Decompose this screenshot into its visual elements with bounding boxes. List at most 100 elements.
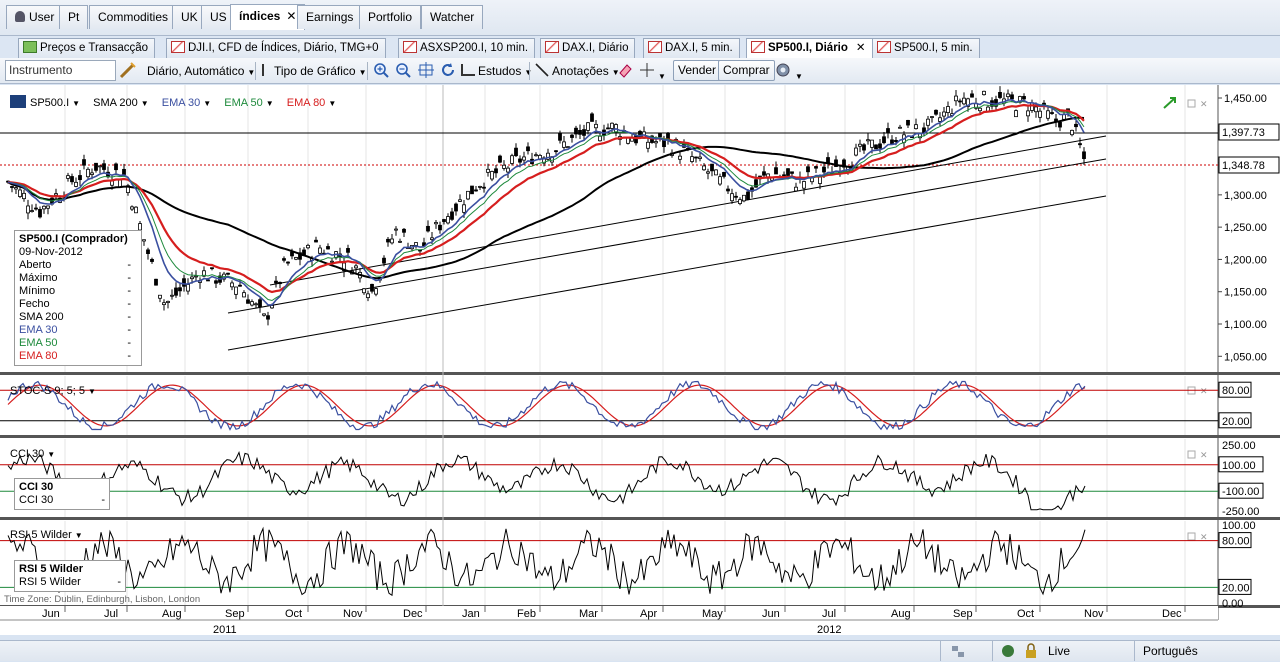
candle-body xyxy=(574,127,578,135)
chart-icon xyxy=(751,41,765,53)
candle-body xyxy=(962,97,966,105)
month-tick-label: Aug xyxy=(891,608,911,620)
candle-body xyxy=(154,278,158,286)
cci-label[interactable]: CCI 30 ▼ xyxy=(10,448,55,460)
zoom-in-icon[interactable] xyxy=(373,61,389,81)
tab-commodities[interactable]: Commodities xyxy=(89,5,178,29)
chevron-down-icon[interactable]: ▼ xyxy=(203,99,211,108)
price-chart[interactable]: Jun Jul Aug Sep Oct Nov Dec Jan Feb Mar Apr May Jun J… xyxy=(0,85,1280,636)
stoch-d-line xyxy=(7,384,1086,427)
doc-tab-sp500-daily[interactable]: SP500.I, Diário ✕ xyxy=(746,38,873,58)
chart-canvas[interactable]: Jun Jul Aug Sep Oct Nov Dec Jan Feb Mar Apr May Jun J… xyxy=(0,85,1280,636)
expand-arrow-icon[interactable] xyxy=(1162,96,1178,113)
chevron-down-icon[interactable]: ▼ xyxy=(47,450,55,459)
candle-body xyxy=(166,300,170,303)
candle-body xyxy=(1074,123,1078,128)
candle-body xyxy=(730,193,734,202)
chart-legend: SP500.I ▼ SMA 200 ▼ EMA 30 ▼ EMA 50 ▼ EMA 80… xyxy=(10,95,336,109)
tab-portfolio[interactable]: Portfolio xyxy=(359,5,422,29)
candle-body xyxy=(226,272,230,275)
auto-scale-icon[interactable] xyxy=(417,61,435,81)
connection-icon[interactable] xyxy=(1000,643,1016,662)
legend-ema30[interactable]: EMA 30 xyxy=(162,97,201,109)
doc-tab-asx[interactable]: ASXSP200.I, 10 min. xyxy=(398,38,536,58)
candle-body xyxy=(182,278,186,287)
candle-body xyxy=(74,181,78,187)
month-tick-label: Mar xyxy=(579,608,598,620)
candle-body xyxy=(94,162,98,171)
candle-body xyxy=(706,171,710,174)
network-icon[interactable] xyxy=(950,643,966,662)
buy-button[interactable]: Comprar xyxy=(718,60,775,81)
tab-watcher[interactable]: Watcher xyxy=(421,5,484,29)
chevron-down-icon[interactable]: ▼ xyxy=(328,99,336,108)
chevron-down-icon: ▼ xyxy=(795,72,803,81)
chevron-down-icon[interactable]: ▼ xyxy=(75,531,83,540)
settings-dropdown[interactable]: ▼ xyxy=(774,61,803,81)
candle-body xyxy=(430,237,434,240)
chevron-down-icon[interactable]: ▼ xyxy=(88,387,96,396)
tab-earnings[interactable]: Earnings xyxy=(297,5,363,29)
candle-body xyxy=(402,228,406,233)
doc-tab-dji[interactable]: DJI.I, CFD de Índices, Diário, TMG+0 xyxy=(166,38,386,58)
cci-tick-label: 250.00 xyxy=(1222,440,1256,452)
month-tick-label: Jun xyxy=(42,608,60,620)
close-icon[interactable]: ✕ xyxy=(856,42,866,54)
studies-dropdown[interactable]: Estudos▼ xyxy=(461,61,532,81)
chevron-down-icon[interactable]: ▼ xyxy=(141,99,149,108)
candle-body xyxy=(346,248,350,253)
instrument-search-icon[interactable] xyxy=(119,61,137,81)
tab-indices[interactable]: índices ✕ xyxy=(230,4,306,30)
candle-body xyxy=(1058,121,1062,128)
panel-separator xyxy=(0,517,1280,520)
candle-body xyxy=(454,203,458,212)
candle-body xyxy=(898,126,902,129)
candle-body xyxy=(70,176,74,183)
close-icon[interactable]: ✕ xyxy=(286,9,296,23)
rsi-label[interactable]: RSI 5 Wilder ▼ xyxy=(10,529,83,541)
candle-body xyxy=(1006,93,1010,98)
chart-icon xyxy=(171,41,185,53)
candle-body xyxy=(434,222,438,225)
price-tick-label: 1,100.00 xyxy=(1224,319,1267,331)
instrument-input[interactable]: Instrumento xyxy=(5,60,116,81)
doc-tab-dax-daily[interactable]: DAX.I, Diário xyxy=(540,38,636,58)
doc-tab-dax-5min[interactable]: DAX.I, 5 min. xyxy=(643,38,740,58)
language-selector[interactable]: Português xyxy=(1143,644,1198,658)
candle-body xyxy=(234,286,238,295)
candle-body xyxy=(78,175,82,181)
legend-sma200[interactable]: SMA 200 xyxy=(93,97,138,109)
doc-tab-sp500-5min[interactable]: SP500.I, 5 min. xyxy=(872,38,980,58)
candle-body xyxy=(374,288,378,295)
candle-body xyxy=(254,303,258,306)
period-dropdown[interactable]: Diário, Automático ▼ xyxy=(147,61,255,81)
sell-button[interactable]: Vender xyxy=(673,60,722,81)
candle-body xyxy=(854,147,858,156)
year-label-2012: 2012 xyxy=(817,624,841,635)
chart-type-dropdown[interactable]: Tipo de Gráfico ▼ xyxy=(262,61,367,81)
candle-body xyxy=(662,139,666,148)
zoom-out-icon[interactable] xyxy=(395,61,411,81)
doc-tab-prices[interactable]: Preços e Transacção xyxy=(18,38,156,58)
refresh-icon[interactable] xyxy=(439,61,457,81)
candle-body xyxy=(330,260,334,263)
legend-symbol[interactable]: SP500.I xyxy=(30,97,69,109)
candle-body xyxy=(914,124,918,130)
month-tick-label: Oct xyxy=(285,608,302,620)
chevron-down-icon[interactable]: ▼ xyxy=(72,99,80,108)
tab-pt[interactable]: Pt xyxy=(59,5,89,29)
legend-ema50[interactable]: EMA 50 xyxy=(224,97,263,109)
stochastic-label[interactable]: STOC-S 9; 5; 5 ▼ xyxy=(10,385,96,397)
candle-body xyxy=(1070,129,1074,136)
minimize-panel-icon xyxy=(1187,532,1196,541)
crosshair-dropdown[interactable]: ▼ xyxy=(639,61,666,81)
price-tick-label: 1,200.00 xyxy=(1224,254,1267,266)
chevron-down-icon[interactable]: ▼ xyxy=(266,99,274,108)
eraser-icon[interactable] xyxy=(617,61,633,81)
legend-ema80[interactable]: EMA 80 xyxy=(287,97,326,109)
annotations-dropdown[interactable]: Anotações ▼ xyxy=(534,61,620,81)
candle-body xyxy=(802,181,806,189)
tab-user[interactable]: User xyxy=(6,5,64,29)
price-info-box: SP500.I (Comprador) 09-Nov-2012 Aberto - … xyxy=(14,230,142,366)
rsi-info-box: RSI 5 Wilder RSI 5 Wilder - xyxy=(14,560,126,592)
